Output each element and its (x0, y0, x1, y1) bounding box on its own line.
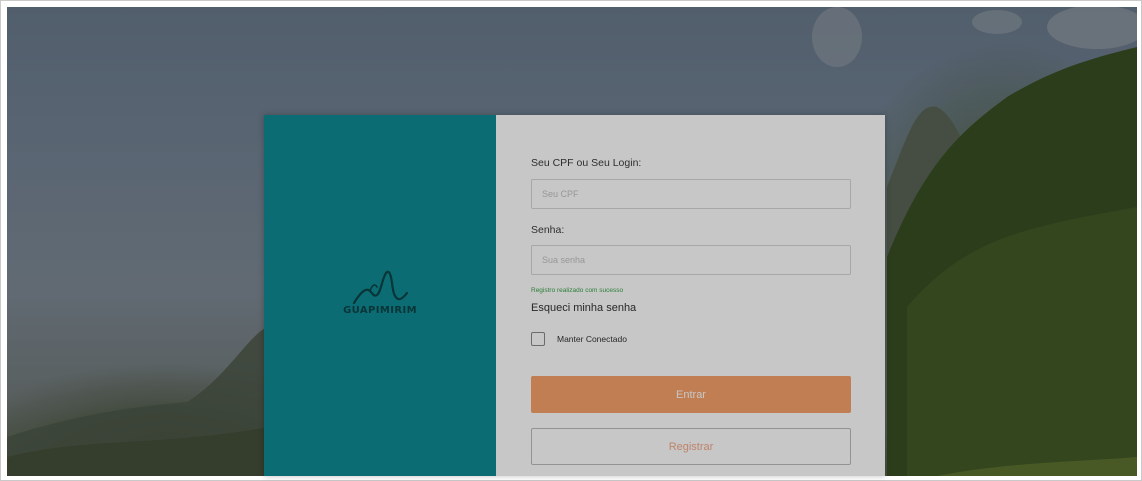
logo: GUAPIMIRIM (264, 267, 496, 316)
register-button[interactable]: Registrar (531, 428, 851, 465)
login-form-panel: Seu CPF ou Seu Login: Senha: Registro re… (496, 115, 885, 476)
logo-text: GUAPIMIRIM (343, 305, 417, 316)
submit-button[interactable]: Entrar (531, 376, 851, 413)
remember-me-toggle[interactable]: Manter Conectado (531, 332, 627, 346)
password-label: Senha: (531, 224, 565, 236)
forgot-password-link[interactable]: Esqueci minha senha (531, 302, 636, 314)
password-input[interactable] (531, 245, 851, 275)
login-modal: GUAPIMIRIM Seu CPF ou Seu Login: Senha: … (264, 115, 885, 476)
brand-panel: GUAPIMIRIM (264, 115, 496, 476)
browser-viewport: GUAPIMIRIM Seu CPF ou Seu Login: Senha: … (0, 0, 1142, 481)
remember-me-checkbox[interactable] (531, 332, 545, 346)
cpf-input[interactable] (531, 179, 851, 209)
mountain-logo-icon (352, 270, 409, 305)
status-hint: Registro realizado com sucesso (531, 287, 624, 294)
remember-me-label: Manter Conectado (557, 334, 627, 344)
cpf-label: Seu CPF ou Seu Login: (531, 157, 642, 169)
